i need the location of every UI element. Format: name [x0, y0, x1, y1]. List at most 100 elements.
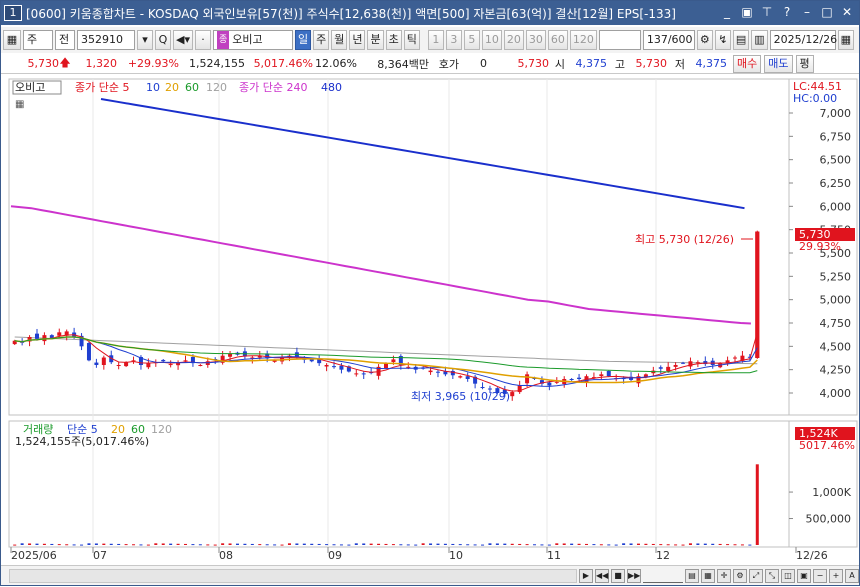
volume-icon[interactable]: ◀▾ [173, 30, 193, 50]
buy-button[interactable]: 매수 [733, 54, 762, 73]
sell-button[interactable]: 매도 [764, 54, 793, 73]
config-icon[interactable]: ⚙ [733, 568, 747, 583]
low-label: 저 [674, 57, 685, 71]
high-annotation: 최고 5,730 (12/26) [635, 233, 734, 246]
volume-bar [332, 544, 336, 546]
zoom-slider[interactable] [643, 569, 683, 583]
x-tick-label: 2025/06 [11, 549, 57, 562]
chart-svg[interactable]: 7,0006,7506,5006,2506,0005,7505,5005,250… [1, 75, 859, 565]
minimize-window-icon[interactable]: – [799, 4, 815, 20]
volume-bar [65, 544, 69, 546]
search-icon[interactable]: Q [155, 30, 171, 50]
legend-ma60: 60 [185, 81, 199, 94]
expand-icon[interactable]: ⤢ [749, 568, 763, 583]
interval-120[interactable]: 120 [569, 30, 597, 50]
title-bar[interactable]: 1 [0600] 키움종합차트 - KOSDAQ 외국인보유[57(천)] 주식… [1, 1, 859, 25]
volume-bar [562, 543, 566, 545]
count-field[interactable]: 137/600 [642, 30, 695, 50]
volume-bar [169, 543, 173, 545]
candle-body [480, 387, 485, 389]
price-change: 1,320 [85, 57, 118, 70]
settings-icon[interactable]: ⚙ [696, 30, 713, 50]
period-minute[interactable]: 분 [367, 30, 384, 50]
forward-icon[interactable]: ▶▶ [627, 568, 641, 583]
market-select[interactable]: 전 [55, 30, 75, 50]
volume-bar [614, 544, 618, 546]
volume-bar [13, 544, 17, 546]
candle-body [94, 362, 99, 365]
interval-60[interactable]: 60 [547, 30, 568, 50]
candle-body [332, 366, 337, 368]
maximize-icon[interactable]: □ [819, 4, 835, 20]
zoom-icon[interactable]: ▤ [685, 568, 699, 583]
minus-icon[interactable]: − [813, 568, 827, 583]
interval-1[interactable]: 1 [427, 30, 444, 50]
stock-name-field[interactable]: 종 오비고 [212, 30, 293, 50]
chart-stock-label: 오비고 [15, 81, 45, 94]
interval-3[interactable]: 3 [445, 30, 462, 50]
rewind-icon[interactable]: ◀◀ [595, 568, 609, 583]
help-icon[interactable]: ? [779, 4, 795, 20]
y-tick-label: 7,000 [820, 107, 852, 120]
scroll-track[interactable] [9, 568, 577, 583]
bottom-scrollbar[interactable]: ▶ ◀◀ ■ ▶▶ ▤ ▦ ✛ ⚙ ⤢ ⤡ ◫ ▣ − + A [1, 565, 859, 585]
volume-bar [458, 544, 462, 546]
scroll-right-icon[interactable]: ▶ [579, 568, 593, 583]
volume-bar [436, 543, 440, 545]
save-icon[interactable]: ▤ [732, 30, 750, 50]
stop-icon[interactable]: ■ [611, 568, 625, 583]
grid-toggle-icon[interactable]: ▦ [15, 99, 24, 110]
grid-icon[interactable]: ▣ [797, 568, 811, 583]
font-icon[interactable]: A [845, 568, 859, 583]
period-month[interactable]: 월 [331, 30, 348, 50]
x-tick-label: 07 [93, 549, 107, 562]
candle-body [733, 357, 738, 359]
restore-icon[interactable]: ▣ [739, 4, 755, 20]
legend-ma120: 120 [206, 81, 227, 94]
volume-bar [132, 544, 136, 546]
period-year[interactable]: 년 [349, 30, 366, 50]
date-field[interactable]: 2025/12/26 [769, 30, 837, 50]
candle-body [183, 360, 188, 362]
print-icon[interactable]: ▥ [751, 30, 768, 50]
volume-bar [184, 543, 188, 545]
split-icon[interactable]: ◫ [781, 568, 795, 583]
eval-button[interactable]: 평 [795, 54, 814, 73]
layout-icon[interactable]: ▦ [701, 568, 715, 583]
volume-bar [659, 544, 663, 546]
volume-bar [651, 543, 655, 545]
code-dropdown-icon[interactable]: ▾ [137, 30, 153, 50]
interval-5[interactable]: 5 [463, 30, 480, 50]
volume-bar [711, 543, 715, 545]
code-input[interactable]: 352910 [77, 30, 135, 50]
candle-body [228, 353, 233, 357]
volume-bar [570, 543, 574, 545]
crosshair-icon[interactable]: ✛ [717, 568, 731, 583]
tool-icon[interactable]: ↯ [714, 30, 731, 50]
y-tick-label: 4,500 [820, 340, 852, 353]
period-day[interactable]: 일 [294, 30, 312, 50]
interval-10[interactable]: 10 [481, 30, 502, 50]
period-week[interactable]: 주 [313, 30, 330, 50]
interval-custom-select[interactable] [598, 30, 641, 50]
volume-bar [451, 543, 455, 545]
volume-bar [547, 544, 551, 546]
interval-30[interactable]: 30 [525, 30, 546, 50]
pin-icon[interactable]: ⊤ [759, 4, 775, 20]
minimize-icon[interactable]: _ [719, 4, 735, 20]
plus-icon[interactable]: + [829, 568, 843, 583]
calendar-icon[interactable]: ▦ [837, 30, 855, 50]
chart-area[interactable]: 7,0006,7506,5006,2506,0005,7505,5005,250… [1, 75, 859, 587]
volume-bar [584, 543, 588, 545]
period-tick[interactable]: 틱 [403, 30, 420, 50]
close-icon[interactable]: ✕ [839, 4, 855, 20]
extra-icon[interactable]: · [194, 30, 211, 50]
candle-body [554, 381, 559, 383]
grid-menu-icon[interactable]: ▦ [3, 30, 21, 50]
period-second[interactable]: 초 [385, 30, 402, 50]
interval-20[interactable]: 20 [503, 30, 524, 50]
period-type-select[interactable]: 주 [23, 30, 53, 50]
compress-icon[interactable]: ⤡ [765, 568, 779, 583]
volume-bar [421, 543, 425, 545]
volume-bar [703, 543, 707, 545]
